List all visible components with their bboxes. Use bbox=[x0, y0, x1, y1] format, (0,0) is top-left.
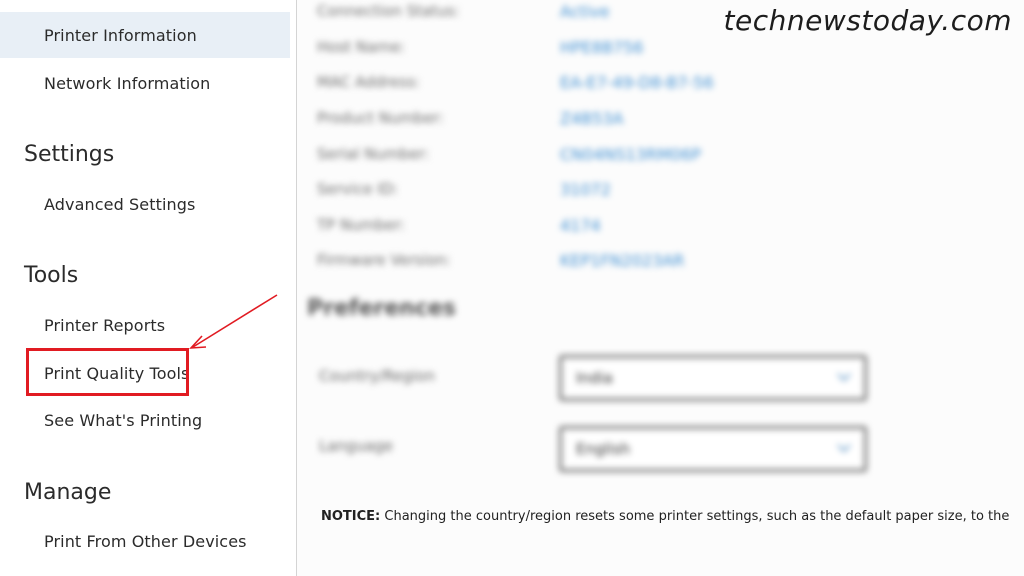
select-value: India bbox=[576, 369, 613, 387]
info-row-firmware-version: Firmware Version: KEP1FN2023AR bbox=[317, 251, 1017, 281]
info-row-serial-number: Serial Number: CN04NS13RM06P bbox=[317, 145, 1017, 175]
notice-text: NOTICE: Changing the country/region rese… bbox=[321, 509, 1021, 524]
country-region-label: Country/Region bbox=[319, 367, 435, 385]
info-value: HPE8B756 bbox=[560, 38, 644, 57]
info-row-mac-address: MAC Address: EA-E7-49-D8-B7-56 bbox=[317, 73, 1017, 103]
sidebar-item-printer-information[interactable]: Printer Information bbox=[0, 12, 290, 58]
printer-info-panel: Connection Status: Active Host Name: HPE… bbox=[297, 0, 1024, 500]
sidebar-item-printer-reports[interactable]: Printer Reports bbox=[0, 302, 290, 348]
info-label: Host Name: bbox=[317, 38, 406, 56]
info-value: EA-E7-49-D8-B7-56 bbox=[560, 73, 714, 92]
select-value: English bbox=[576, 440, 631, 458]
info-row-service-id: Service ID: 31072 bbox=[317, 180, 1017, 210]
sidebar-item-label: Print From Other Devices bbox=[44, 531, 247, 551]
info-label: Serial Number: bbox=[317, 145, 430, 163]
info-label: MAC Address: bbox=[317, 73, 420, 91]
sidebar-item-network-information[interactable]: Network Information bbox=[0, 60, 290, 106]
info-value: 4174 bbox=[560, 216, 601, 235]
language-label: Language bbox=[319, 437, 394, 455]
sidebar-item-label: Advanced Settings bbox=[44, 194, 196, 214]
sidebar-item-see-whats-printing[interactable]: See What's Printing bbox=[0, 397, 290, 443]
section-heading-manage: Manage bbox=[24, 480, 112, 505]
info-value: CN04NS13RM06P bbox=[560, 145, 701, 164]
info-row-product-number: Product Number: Z4B53A bbox=[317, 109, 1017, 139]
country-region-select[interactable]: India bbox=[559, 355, 867, 401]
sidebar-item-print-quality-tools[interactable]: Print Quality Tools bbox=[0, 350, 290, 396]
sidebar-item-label: See What's Printing bbox=[44, 410, 203, 430]
notice-body: Changing the country/region resets some … bbox=[380, 509, 1010, 524]
main-content: Connection Status: Active Host Name: HPE… bbox=[297, 0, 1024, 576]
chevron-down-icon bbox=[837, 444, 851, 453]
info-row-tp-number: TP Number: 4174 bbox=[317, 216, 1017, 246]
info-label: TP Number: bbox=[317, 216, 406, 234]
sidebar-item-print-from-other-devices[interactable]: Print From Other Devices bbox=[0, 518, 290, 564]
sidebar-item-label: Network Information bbox=[44, 73, 211, 93]
info-label: Product Number: bbox=[317, 109, 444, 127]
section-heading-settings: Settings bbox=[24, 142, 115, 167]
page: Printer Information Network Information … bbox=[0, 0, 1024, 576]
info-value: Z4B53A bbox=[560, 109, 624, 128]
sidebar-item-label: Printer Reports bbox=[44, 315, 166, 335]
sidebar-item-label: Print Quality Tools bbox=[44, 363, 190, 383]
info-label: Connection Status: bbox=[317, 2, 460, 20]
notice-label: NOTICE: bbox=[321, 509, 381, 524]
info-label: Service ID: bbox=[317, 180, 399, 198]
info-value: Active bbox=[560, 2, 610, 21]
sidebar: Printer Information Network Information … bbox=[0, 0, 296, 576]
info-value: KEP1FN2023AR bbox=[560, 251, 685, 270]
sidebar-item-advanced-settings[interactable]: Advanced Settings bbox=[0, 181, 290, 227]
chevron-down-icon bbox=[837, 373, 851, 382]
language-select[interactable]: English bbox=[559, 426, 867, 472]
preferences-heading: Preferences bbox=[307, 296, 456, 321]
info-value: 31072 bbox=[560, 180, 611, 199]
sidebar-item-label: Printer Information bbox=[44, 25, 197, 45]
watermark: technewstoday.com bbox=[723, 4, 1012, 37]
section-heading-tools: Tools bbox=[24, 263, 79, 288]
info-row-host-name: Host Name: HPE8B756 bbox=[317, 38, 1017, 68]
info-label: Firmware Version: bbox=[317, 251, 451, 269]
